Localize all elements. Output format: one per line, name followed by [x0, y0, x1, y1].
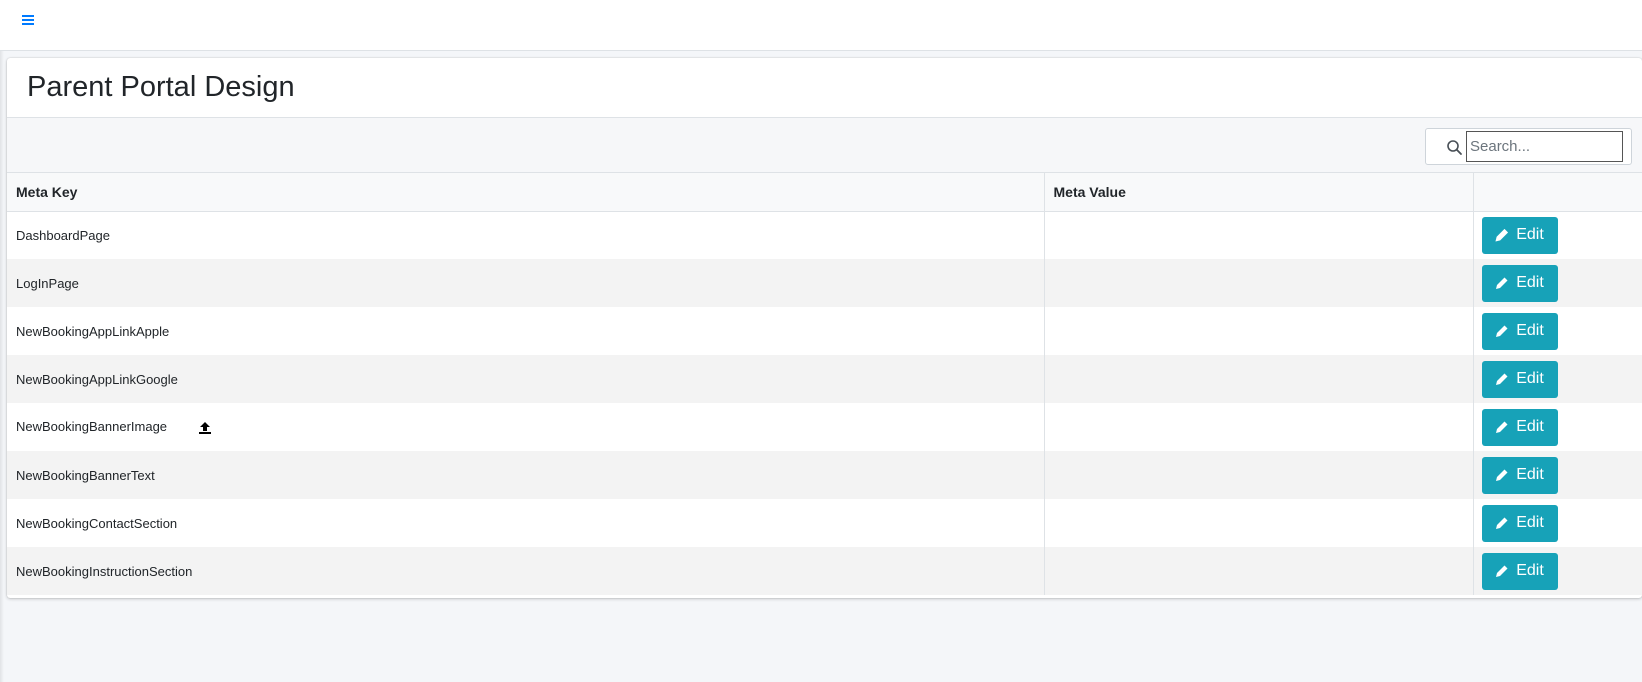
- action-cell: Edit: [1472, 403, 1642, 451]
- pencil-icon: [1496, 469, 1508, 481]
- edit-button-label: Edit: [1516, 562, 1544, 579]
- table-row: NewBookingBannerImage Edit: [7, 403, 1642, 451]
- edit-button-label: Edit: [1516, 322, 1544, 339]
- column-header-meta-value[interactable]: Meta Value: [1043, 173, 1473, 212]
- upload-icon[interactable]: [198, 421, 212, 435]
- table-row: LogInPage Edit: [7, 259, 1642, 307]
- meta-value-cell: [1043, 259, 1473, 307]
- meta-key-cell: NewBookingAppLinkGoogle: [7, 355, 1044, 403]
- pencil-icon: [1496, 373, 1508, 385]
- action-cell: Edit: [1472, 451, 1642, 499]
- meta-key-cell: NewBookingContactSection: [7, 499, 1044, 547]
- meta-key: NewBookingAppLinkApple: [16, 323, 170, 339]
- action-cell: Edit: [1472, 547, 1642, 595]
- search-input[interactable]: [1466, 131, 1623, 162]
- sidebar-edge-shadow: [0, 51, 4, 682]
- action-cell: Edit: [1472, 259, 1642, 307]
- meta-key-cell: LogInPage: [7, 259, 1044, 307]
- action-cell: Edit: [1472, 211, 1642, 259]
- meta-value-cell: [1043, 499, 1473, 547]
- action-cell: Edit: [1472, 499, 1642, 547]
- table-row: NewBookingInstructionSection Edit: [7, 547, 1642, 595]
- column-header-actions: [1472, 173, 1642, 212]
- table-row: NewBookingAppLinkGoogle Edit: [7, 355, 1642, 403]
- search-icon: [1447, 140, 1462, 155]
- edit-button-label: Edit: [1516, 466, 1544, 483]
- card-header: Parent Portal Design: [7, 58, 1642, 118]
- meta-key: NewBookingAppLinkGoogle: [16, 371, 178, 387]
- edit-button[interactable]: Edit: [1481, 504, 1558, 542]
- search-box: [1425, 128, 1632, 165]
- edit-button[interactable]: Edit: [1481, 312, 1558, 350]
- meta-key-cell: NewBookingBannerImage: [7, 403, 1044, 451]
- pencil-icon: [1496, 277, 1508, 289]
- meta-table: Meta Key Meta Value DashboardPage Edit L…: [7, 173, 1642, 595]
- meta-key-cell: NewBookingInstructionSection: [7, 547, 1044, 595]
- meta-key: NewBookingContactSection: [16, 515, 178, 531]
- table-header-row: Meta Key Meta Value: [7, 173, 1642, 212]
- table-row: NewBookingContactSection Edit: [7, 499, 1642, 547]
- table-toolbar: [7, 118, 1642, 173]
- edit-button-label: Edit: [1516, 418, 1544, 435]
- action-cell: Edit: [1472, 355, 1642, 403]
- meta-value-cell: [1043, 451, 1473, 499]
- meta-value-cell: [1043, 307, 1473, 355]
- meta-key-cell: NewBookingBannerText: [7, 451, 1044, 499]
- pencil-icon: [1496, 517, 1508, 529]
- table-row: NewBookingAppLinkApple Edit: [7, 307, 1642, 355]
- column-header-meta-key[interactable]: Meta Key: [7, 173, 1044, 212]
- meta-key: DashboardPage: [16, 227, 110, 243]
- meta-key: NewBookingBannerText: [16, 467, 155, 483]
- meta-key: NewBookingBannerImage: [16, 419, 168, 435]
- meta-key-cell: DashboardPage: [7, 211, 1044, 259]
- action-cell: Edit: [1472, 307, 1642, 355]
- edit-button[interactable]: Edit: [1481, 360, 1558, 398]
- edit-button[interactable]: Edit: [1481, 408, 1558, 446]
- edit-button-label: Edit: [1516, 226, 1544, 244]
- edit-button[interactable]: Edit: [1481, 264, 1558, 302]
- pencil-icon: [1496, 565, 1508, 577]
- table-row: DashboardPage Edit: [7, 211, 1642, 259]
- edit-button[interactable]: Edit: [1481, 456, 1558, 494]
- edit-button-label: Edit: [1516, 370, 1544, 387]
- page-title: Parent Portal Design: [27, 71, 295, 103]
- meta-key: LogInPage: [16, 275, 79, 291]
- meta-key: NewBookingInstructionSection: [16, 563, 193, 579]
- content-card: Parent Portal Design Meta Key Meta Value: [7, 58, 1642, 598]
- edit-button[interactable]: Edit: [1481, 552, 1558, 590]
- pencil-icon: [1495, 229, 1509, 242]
- meta-key-cell: NewBookingAppLinkApple: [7, 307, 1044, 355]
- meta-value-cell: [1043, 211, 1473, 259]
- edit-button[interactable]: Edit: [1481, 216, 1558, 254]
- pencil-icon: [1496, 421, 1508, 433]
- edit-button-label: Edit: [1516, 514, 1544, 531]
- pencil-icon: [1496, 325, 1508, 337]
- table-row: NewBookingBannerText Edit: [7, 451, 1642, 499]
- meta-value-cell: [1043, 355, 1473, 403]
- meta-value-cell: [1043, 547, 1473, 595]
- top-navbar: [0, 0, 1642, 51]
- meta-value-cell: [1043, 403, 1473, 451]
- edit-button-label: Edit: [1516, 274, 1544, 291]
- hamburger-menu-icon[interactable]: [21, 12, 37, 28]
